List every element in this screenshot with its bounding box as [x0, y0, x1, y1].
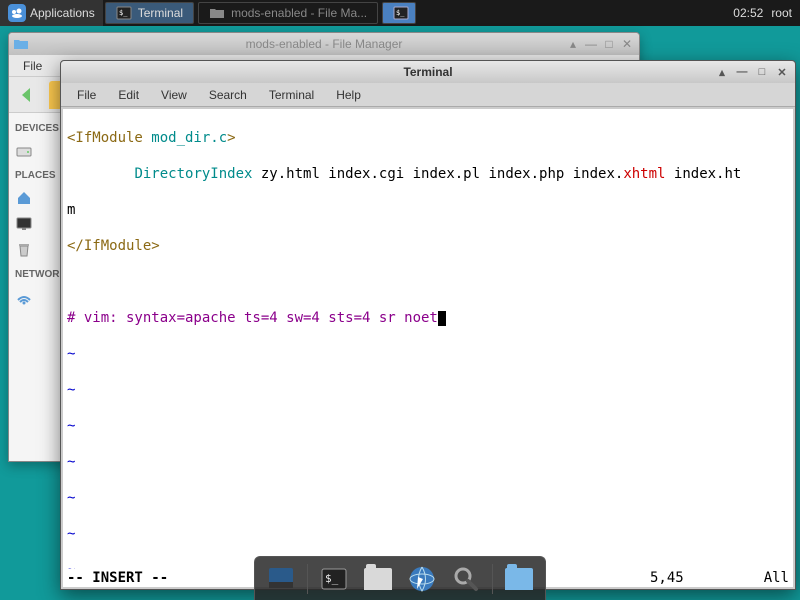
vim-text: mod_dir.c [143, 130, 227, 146]
dock-web-browser[interactable] [404, 561, 440, 597]
dock-terminal[interactable]: $_ [316, 561, 352, 597]
term-menu-view[interactable]: View [151, 86, 197, 104]
vim-mode: -- INSERT -- [67, 569, 168, 587]
taskbar-terminal[interactable]: $_ Terminal [105, 2, 194, 24]
vim-keyword: DirectoryIndex [134, 166, 252, 182]
term-rollup-button[interactable]: ▴ [713, 64, 731, 80]
taskbar-item-3[interactable]: $_ [382, 2, 416, 24]
fm-maximize-button[interactable]: □ [601, 36, 617, 52]
top-panel: Applications $_ Terminal mods-enabled - … [0, 0, 800, 26]
task-label: Terminal [138, 6, 183, 20]
svg-text:$_: $_ [396, 9, 405, 17]
fm-place-home[interactable] [13, 185, 60, 211]
term-maximize-button[interactable]: □ [753, 64, 771, 80]
fm-network-browse[interactable] [13, 284, 60, 310]
vim-comment: # vim: syntax=apache ts=4 sw=4 sts=4 sr … [67, 310, 438, 326]
user-label[interactable]: root [771, 6, 792, 20]
dock: $_ [254, 556, 546, 600]
terminal-icon: $_ [116, 5, 132, 21]
dock-separator [307, 564, 308, 594]
fm-window-icon [13, 36, 29, 52]
vim-tag: > [227, 130, 235, 146]
term-title: Terminal [403, 65, 452, 79]
clock[interactable]: 02:52 [733, 6, 763, 20]
term-minimize-button[interactable]: — [733, 64, 751, 80]
dock-show-desktop[interactable] [263, 561, 299, 597]
fm-titlebar[interactable]: mods-enabled - File Manager ▴ — □ ✕ [9, 33, 639, 55]
folder-icon [209, 5, 225, 21]
vim-cursor [438, 311, 446, 326]
terminal-icon: $_ [393, 5, 409, 21]
fm-title: mods-enabled - File Manager [246, 37, 403, 51]
vim-indent [67, 166, 134, 182]
fm-sidebar: DEVICES PLACES NETWORK [9, 113, 64, 461]
svg-text:$_: $_ [119, 9, 128, 17]
vim-tilde: ~ [67, 345, 789, 363]
term-close-button[interactable]: ✕ [773, 64, 791, 80]
drive-icon [15, 142, 33, 160]
home-icon [15, 189, 33, 207]
dock-file-manager[interactable] [360, 561, 396, 597]
vim-position: 5,45 [650, 569, 684, 587]
term-menu-edit[interactable]: Edit [108, 86, 149, 104]
desktop-icon [15, 215, 33, 233]
fm-rollup-button[interactable]: ▴ [565, 36, 581, 52]
xfce-logo-icon [8, 4, 26, 22]
taskbar-filemanager[interactable]: mods-enabled - File Ma... [198, 2, 378, 24]
fm-close-button[interactable]: ✕ [619, 36, 635, 52]
fm-place-trash[interactable] [13, 237, 60, 263]
fm-back-button[interactable] [13, 81, 41, 109]
applications-label: Applications [30, 6, 95, 20]
fm-network-header: NETWORK [15, 269, 60, 280]
dock-separator [492, 564, 493, 594]
fm-devices-header: DEVICES [15, 123, 60, 134]
vim-tilde: ~ [67, 381, 789, 399]
vim-text: m [67, 202, 75, 218]
dock-folder[interactable] [501, 561, 537, 597]
vim-tilde: ~ [67, 417, 789, 435]
fm-device-filesystem[interactable] [13, 138, 60, 164]
fm-minimize-button[interactable]: — [583, 36, 599, 52]
vim-text: index.ht [665, 166, 741, 182]
vim-tilde: ~ [67, 489, 789, 507]
network-icon [15, 288, 33, 306]
vim-tag: <IfModule [67, 130, 143, 146]
term-menubar: File Edit View Search Terminal Help [61, 83, 795, 107]
term-menu-help[interactable]: Help [326, 86, 371, 104]
vim-scroll: All [764, 569, 789, 587]
vim-tag: </IfModule> [67, 238, 160, 254]
fm-places-header: PLACES [15, 170, 60, 181]
fm-place-desktop[interactable] [13, 211, 60, 237]
term-menu-search[interactable]: Search [199, 86, 257, 104]
fm-menu-file[interactable]: File [15, 57, 50, 75]
folder-icon [364, 568, 392, 590]
svg-text:$_: $_ [325, 572, 339, 585]
applications-menu[interactable]: Applications [0, 0, 103, 26]
term-titlebar[interactable]: Terminal ▴ — □ ✕ [61, 61, 795, 83]
folder-icon [505, 568, 533, 590]
vim-tilde: ~ [67, 453, 789, 471]
trash-icon [15, 241, 33, 259]
task-label: mods-enabled - File Ma... [231, 6, 367, 20]
terminal-content[interactable]: <IfModule mod_dir.c> DirectoryIndex zy.h… [63, 109, 793, 587]
dock-search[interactable] [448, 561, 484, 597]
vim-tilde: ~ [67, 525, 789, 543]
vim-text: zy.html index.cgi index.pl index.php ind… [252, 166, 623, 182]
vim-keyword: xhtml [623, 166, 665, 182]
term-menu-terminal[interactable]: Terminal [259, 86, 324, 104]
panel-right: 02:52 root [733, 6, 800, 20]
terminal-window: Terminal ▴ — □ ✕ File Edit View Search T… [60, 60, 796, 590]
term-menu-file[interactable]: File [67, 86, 106, 104]
